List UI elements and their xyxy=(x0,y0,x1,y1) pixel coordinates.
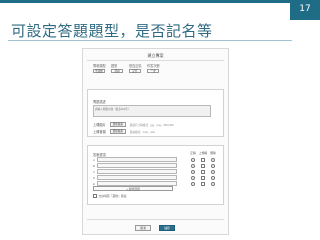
option-marker: C xyxy=(93,170,96,174)
image-upload-note: 建議尺寸與格式：jpg、png，500×300 xyxy=(129,123,174,127)
image-upload-row: 上傳圖片 選擇檔案 建議尺寸與格式：jpg、png，500×300 xyxy=(93,122,174,127)
correct-radio-icon[interactable] xyxy=(191,157,195,162)
delete-icon[interactable] xyxy=(211,163,215,168)
col-correct: 正解 xyxy=(190,151,196,155)
option-input[interactable] xyxy=(97,169,177,174)
allow-other-checkbox[interactable] xyxy=(93,194,97,198)
option-marker: B xyxy=(93,164,95,168)
cancel-button[interactable]: 取消 xyxy=(135,225,151,231)
option-marker: A xyxy=(93,158,95,162)
title-underline xyxy=(8,40,292,41)
select-attempts[interactable]: 作答次數 一次 xyxy=(147,63,160,73)
select-value[interactable]: 單選題 xyxy=(93,69,105,73)
correct-radio-icon[interactable] xyxy=(191,175,195,180)
form-title: 建立專案 xyxy=(147,53,164,58)
slide-number: 17 xyxy=(290,0,320,20)
correct-radio-icon[interactable] xyxy=(191,169,195,174)
col-image: 上傳圖 xyxy=(198,151,208,155)
image-upload-icon[interactable] xyxy=(201,175,205,180)
save-button[interactable]: 儲存 xyxy=(159,225,175,231)
select-value[interactable]: 記名 xyxy=(129,69,141,73)
correct-radio-icon[interactable] xyxy=(191,163,195,168)
option-input[interactable] xyxy=(97,175,177,180)
select-label: 問卷類型 xyxy=(93,64,106,68)
image-upload-icon[interactable] xyxy=(201,157,205,162)
audio-upload-row: 上傳音檔 選擇檔案 建議格式：mp3、wav xyxy=(93,129,155,134)
select-named[interactable]: 是否記名 記名 xyxy=(129,63,142,73)
slide-top-bar xyxy=(0,0,320,3)
allow-other-row[interactable]: 允許填寫「其他」答案 xyxy=(93,194,126,198)
select-label: 題型 xyxy=(111,64,118,68)
correct-radio-icon[interactable] xyxy=(191,181,195,186)
select-survey-type[interactable]: 問卷類型 單選題 xyxy=(93,63,106,73)
allow-other-label: 允許填寫「其他」答案 xyxy=(98,194,127,198)
option-input[interactable] xyxy=(97,163,177,168)
col-delete: 刪除 xyxy=(210,151,216,155)
select-label: 是否記名 xyxy=(129,64,142,68)
delete-icon[interactable] xyxy=(211,169,215,174)
divider xyxy=(87,60,224,61)
survey-form-screenshot: 建立專案 問卷類型 單選題 題型 選項 是否記名 記名 作答次數 一次 問題描述… xyxy=(82,48,229,235)
option-input[interactable] xyxy=(97,157,177,162)
slide-title: 可設定答題題型，是否記名等 xyxy=(11,22,213,40)
image-upload-icon[interactable] xyxy=(201,169,205,174)
select-label: 作答次數 xyxy=(147,64,160,68)
divider xyxy=(87,219,224,220)
image-upload-icon[interactable] xyxy=(201,181,205,186)
delete-icon[interactable] xyxy=(211,157,215,162)
audio-upload-note: 建議格式：mp3、wav xyxy=(129,130,155,134)
select-value[interactable]: 一次 xyxy=(147,69,159,73)
question-label: 問題描述 xyxy=(93,100,106,104)
option-marker: D xyxy=(93,176,96,180)
image-upload-icon[interactable] xyxy=(201,163,205,168)
select-value[interactable]: 選項 xyxy=(111,69,123,73)
audio-upload-label: 上傳音檔 xyxy=(93,130,106,134)
image-upload-button[interactable]: 選擇檔案 xyxy=(109,122,126,127)
delete-icon[interactable] xyxy=(211,181,215,186)
image-upload-label: 上傳圖片 xyxy=(93,123,106,127)
audio-upload-button[interactable]: 選擇檔案 xyxy=(109,129,126,134)
delete-icon[interactable] xyxy=(211,175,215,180)
add-option-button[interactable]: + 新增選項 xyxy=(93,186,173,191)
select-question-type[interactable]: 題型 選項 xyxy=(111,63,123,73)
question-textarea[interactable]: 請輸入問題內容（最多200字） xyxy=(93,105,211,117)
